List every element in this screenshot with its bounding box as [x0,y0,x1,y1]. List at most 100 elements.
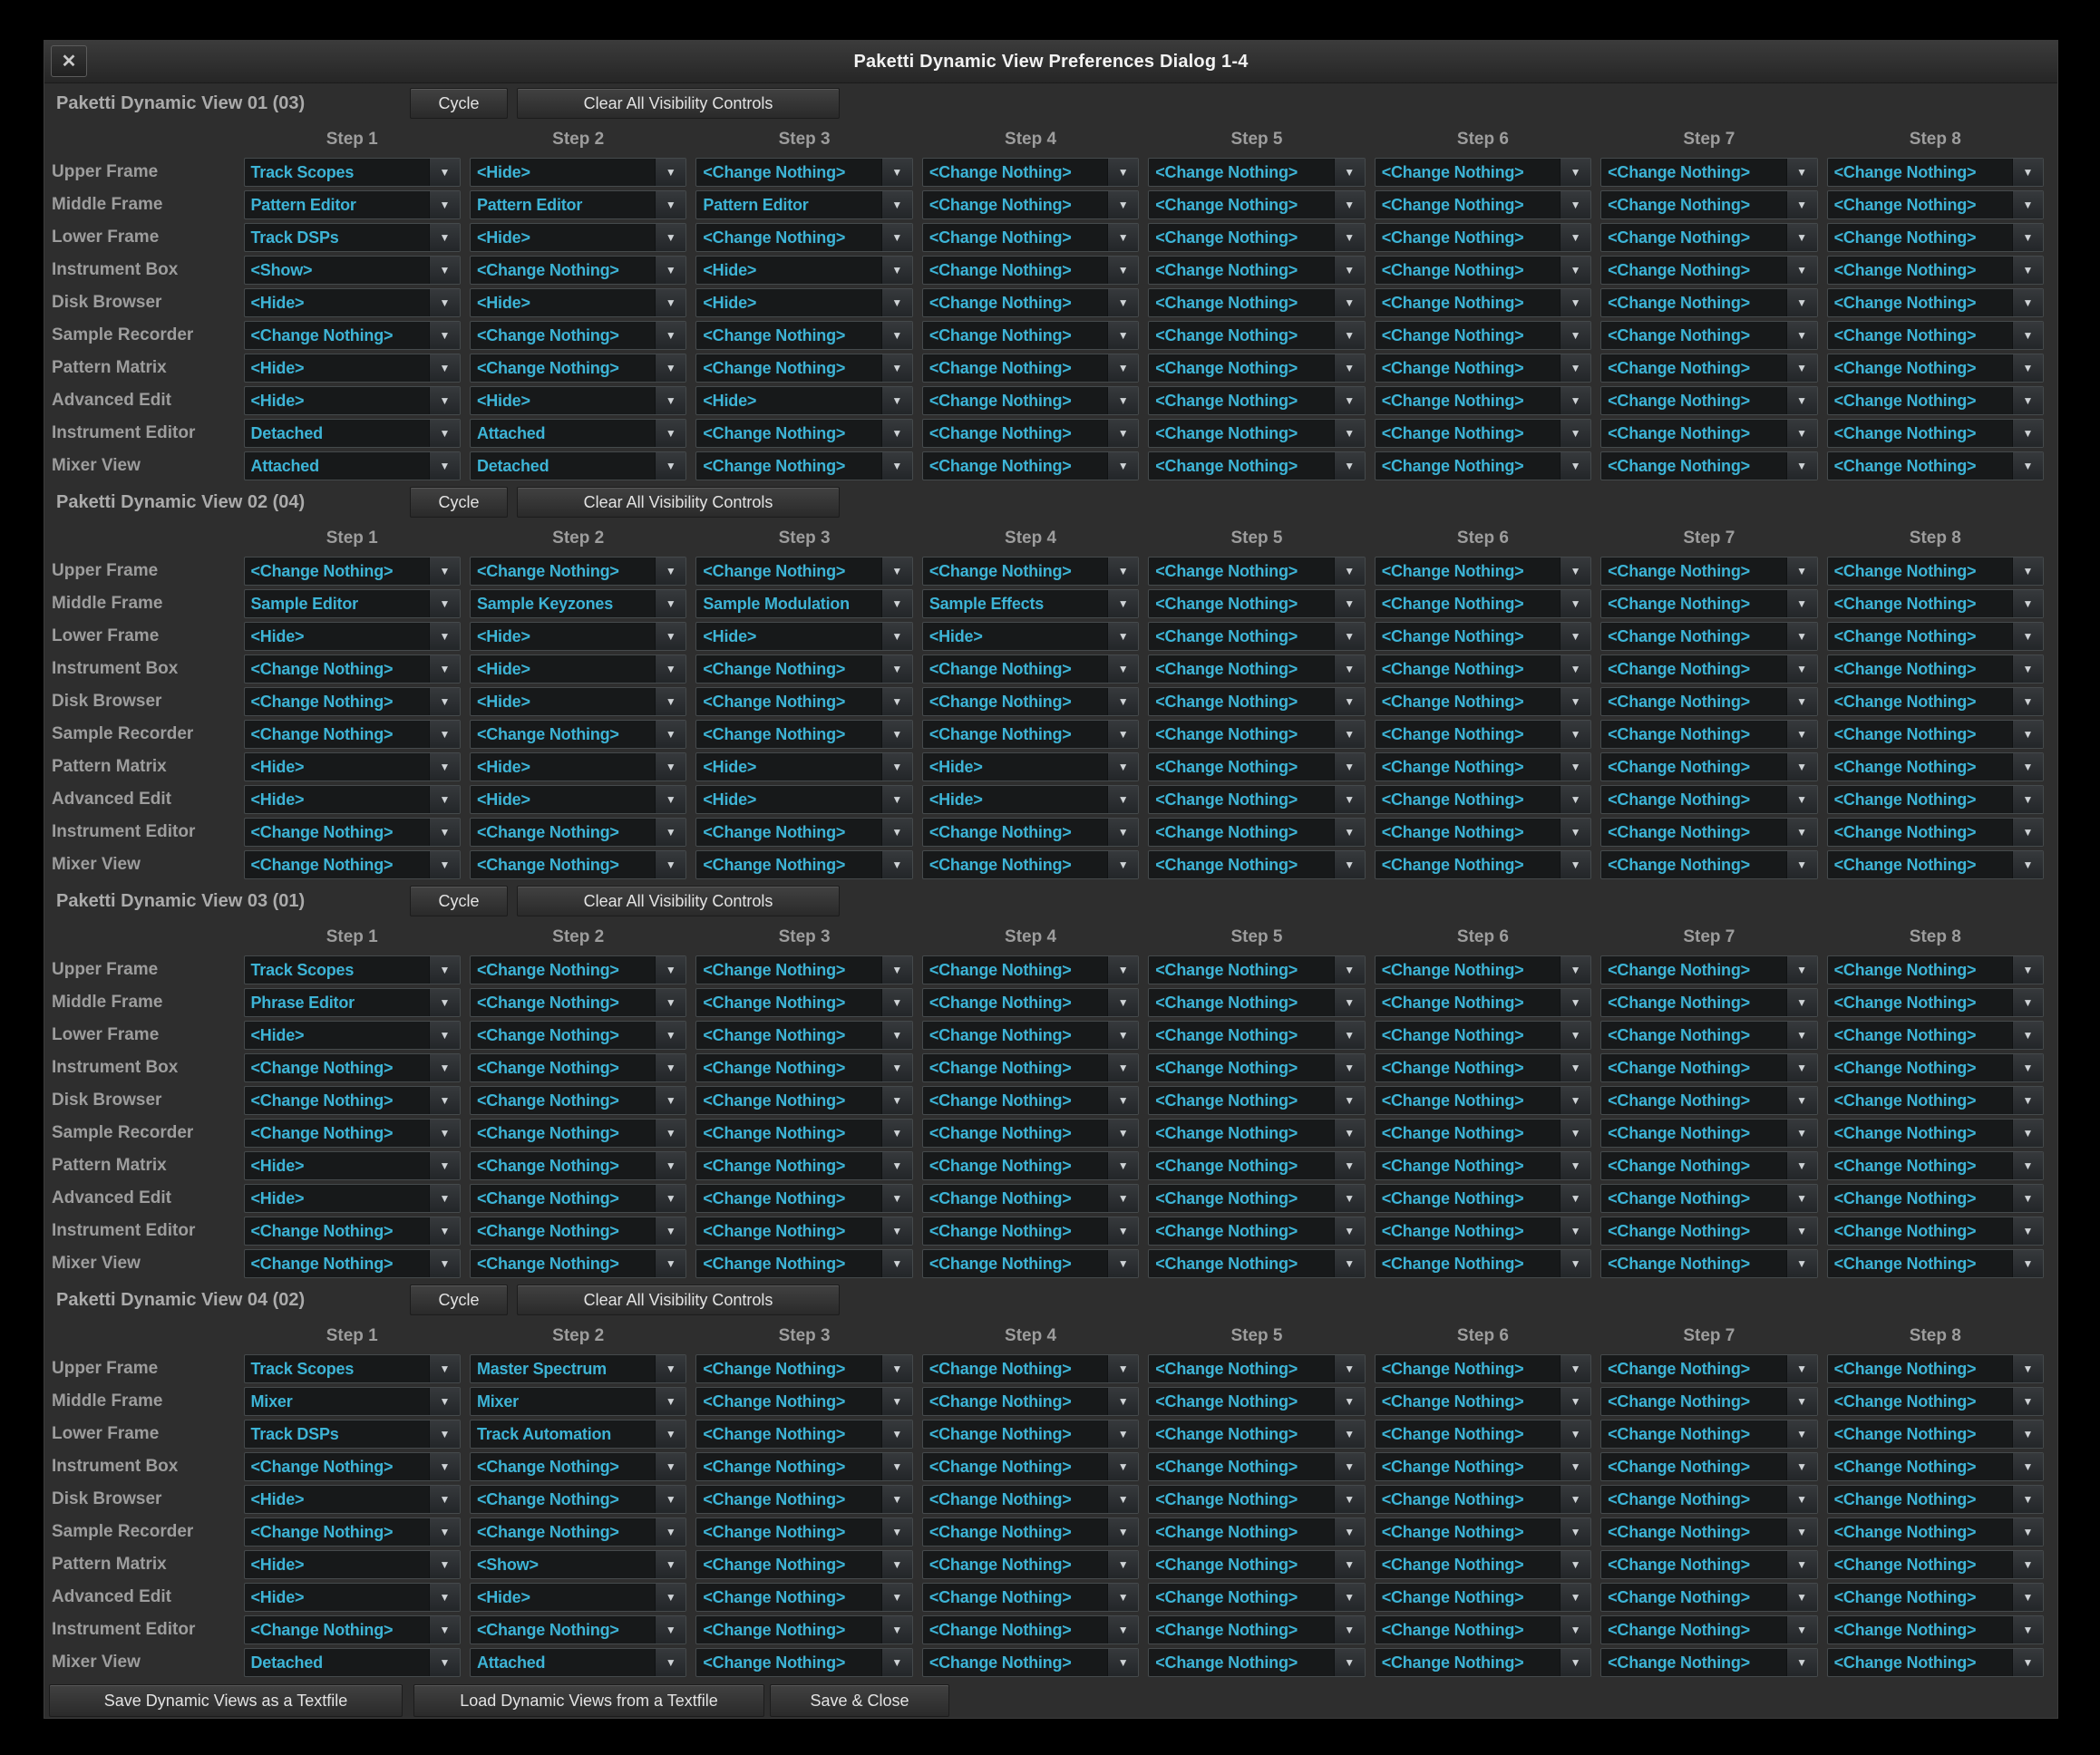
clear-all-visibility-button[interactable]: Clear All Visibility Controls [517,1285,840,1315]
step-dropdown[interactable]: <Change Nothing>▼ [1148,1387,1365,1416]
step-dropdown[interactable]: <Change Nothing>▼ [1827,419,2044,448]
step-dropdown[interactable]: <Change Nothing>▼ [922,1648,1139,1677]
step-dropdown[interactable]: <Change Nothing>▼ [1148,818,1365,847]
step-dropdown[interactable]: <Change Nothing>▼ [244,850,461,879]
step-dropdown[interactable]: <Change Nothing>▼ [922,654,1139,684]
step-dropdown[interactable]: <Change Nothing>▼ [922,1485,1139,1514]
step-dropdown[interactable]: <Change Nothing>▼ [244,720,461,749]
step-dropdown[interactable]: <Hide>▼ [244,785,461,814]
cycle-button[interactable]: Cycle [410,487,508,518]
step-dropdown[interactable]: <Change Nothing>▼ [1148,687,1365,716]
step-dropdown[interactable]: <Show>▼ [470,1550,686,1579]
step-dropdown[interactable]: <Change Nothing>▼ [1148,1615,1365,1644]
cycle-button[interactable]: Cycle [410,1285,508,1315]
step-dropdown[interactable]: <Hide>▼ [470,622,686,651]
step-dropdown[interactable]: <Change Nothing>▼ [922,1184,1139,1213]
step-dropdown[interactable]: <Change Nothing>▼ [1600,1485,1817,1514]
step-dropdown[interactable]: <Change Nothing>▼ [1148,1021,1365,1050]
step-dropdown[interactable]: <Change Nothing>▼ [1375,419,1591,448]
step-dropdown[interactable]: <Hide>▼ [470,752,686,781]
step-dropdown[interactable]: <Change Nothing>▼ [1600,419,1817,448]
step-dropdown[interactable]: <Hide>▼ [470,288,686,317]
step-dropdown[interactable]: <Change Nothing>▼ [1600,1550,1817,1579]
step-dropdown[interactable]: <Change Nothing>▼ [695,1119,912,1148]
step-dropdown[interactable]: <Change Nothing>▼ [1600,1387,1817,1416]
step-dropdown[interactable]: <Change Nothing>▼ [922,1420,1139,1449]
step-dropdown[interactable]: <Change Nothing>▼ [1827,1452,2044,1481]
step-dropdown[interactable]: <Change Nothing>▼ [922,850,1139,879]
step-dropdown[interactable]: <Change Nothing>▼ [1600,386,1817,415]
step-dropdown[interactable]: <Change Nothing>▼ [1148,1550,1365,1579]
step-dropdown[interactable]: <Change Nothing>▼ [1600,1452,1817,1481]
step-dropdown[interactable]: Detached▼ [244,419,461,448]
step-dropdown[interactable]: <Change Nothing>▼ [695,818,912,847]
step-dropdown[interactable]: <Change Nothing>▼ [1375,589,1591,618]
step-dropdown[interactable]: <Change Nothing>▼ [1827,785,2044,814]
step-dropdown[interactable]: <Hide>▼ [244,354,461,383]
step-dropdown[interactable]: <Change Nothing>▼ [695,557,912,586]
step-dropdown[interactable]: <Change Nothing>▼ [470,720,686,749]
step-dropdown[interactable]: <Change Nothing>▼ [695,720,912,749]
step-dropdown[interactable]: Mixer▼ [470,1387,686,1416]
step-dropdown[interactable]: <Change Nothing>▼ [1600,1648,1817,1677]
step-dropdown[interactable]: <Hide>▼ [470,223,686,252]
step-dropdown[interactable]: <Change Nothing>▼ [1827,1517,2044,1547]
step-dropdown[interactable]: <Change Nothing>▼ [695,1184,912,1213]
step-dropdown[interactable]: <Change Nothing>▼ [1375,223,1591,252]
step-dropdown[interactable]: <Change Nothing>▼ [1148,1648,1365,1677]
step-dropdown[interactable]: <Change Nothing>▼ [1375,386,1591,415]
step-dropdown[interactable]: <Change Nothing>▼ [922,1086,1139,1115]
step-dropdown[interactable]: <Change Nothing>▼ [470,1053,686,1082]
step-dropdown[interactable]: <Change Nothing>▼ [922,1354,1139,1383]
step-dropdown[interactable]: <Change Nothing>▼ [1148,1184,1365,1213]
cycle-button[interactable]: Cycle [410,886,508,916]
step-dropdown[interactable]: <Change Nothing>▼ [1375,1086,1591,1115]
step-dropdown[interactable]: <Change Nothing>▼ [922,988,1139,1017]
step-dropdown[interactable]: <Change Nothing>▼ [1375,785,1591,814]
step-dropdown[interactable]: <Change Nothing>▼ [1375,1615,1591,1644]
step-dropdown[interactable]: <Change Nothing>▼ [244,1452,461,1481]
step-dropdown[interactable]: <Change Nothing>▼ [695,1053,912,1082]
cycle-button[interactable]: Cycle [410,88,508,119]
step-dropdown[interactable]: <Change Nothing>▼ [1600,354,1817,383]
step-dropdown[interactable]: <Change Nothing>▼ [1827,1550,2044,1579]
step-dropdown[interactable]: <Change Nothing>▼ [1827,1086,2044,1115]
step-dropdown[interactable]: <Hide>▼ [922,622,1139,651]
step-dropdown[interactable]: <Change Nothing>▼ [1827,1583,2044,1612]
step-dropdown[interactable]: <Change Nothing>▼ [244,1217,461,1246]
step-dropdown[interactable]: <Change Nothing>▼ [695,1648,912,1677]
step-dropdown[interactable]: <Change Nothing>▼ [1375,190,1591,219]
step-dropdown[interactable]: <Show>▼ [244,256,461,285]
step-dropdown[interactable]: <Change Nothing>▼ [695,1354,912,1383]
step-dropdown[interactable]: Track DSPs▼ [244,1420,461,1449]
step-dropdown[interactable]: <Change Nothing>▼ [1600,256,1817,285]
step-dropdown[interactable]: <Change Nothing>▼ [1148,223,1365,252]
step-dropdown[interactable]: <Change Nothing>▼ [1375,1485,1591,1514]
step-dropdown[interactable]: <Change Nothing>▼ [922,1053,1139,1082]
step-dropdown[interactable]: <Hide>▼ [470,158,686,187]
save-textfile-button[interactable]: Save Dynamic Views as a Textfile [49,1684,403,1717]
step-dropdown[interactable]: <Change Nothing>▼ [1148,1354,1365,1383]
step-dropdown[interactable]: <Change Nothing>▼ [695,223,912,252]
step-dropdown[interactable]: <Change Nothing>▼ [695,1583,912,1612]
step-dropdown[interactable]: <Change Nothing>▼ [1827,589,2044,618]
step-dropdown[interactable]: <Change Nothing>▼ [1148,1485,1365,1514]
step-dropdown[interactable]: <Change Nothing>▼ [1827,1053,2044,1082]
step-dropdown[interactable]: <Change Nothing>▼ [1600,321,1817,350]
step-dropdown[interactable]: <Change Nothing>▼ [470,818,686,847]
step-dropdown[interactable]: <Hide>▼ [244,622,461,651]
step-dropdown[interactable]: <Change Nothing>▼ [1148,1452,1365,1481]
step-dropdown[interactable]: <Change Nothing>▼ [922,158,1139,187]
step-dropdown[interactable]: <Change Nothing>▼ [1600,785,1817,814]
step-dropdown[interactable]: <Change Nothing>▼ [922,1151,1139,1180]
step-dropdown[interactable]: Sample Keyzones▼ [470,589,686,618]
step-dropdown[interactable]: <Change Nothing>▼ [1375,1249,1591,1278]
step-dropdown[interactable]: <Change Nothing>▼ [1375,1151,1591,1180]
step-dropdown[interactable]: <Change Nothing>▼ [470,256,686,285]
step-dropdown[interactable]: <Change Nothing>▼ [244,321,461,350]
step-dropdown[interactable]: <Change Nothing>▼ [695,321,912,350]
step-dropdown[interactable]: <Hide>▼ [695,256,912,285]
step-dropdown[interactable]: <Change Nothing>▼ [1148,720,1365,749]
load-textfile-button[interactable]: Load Dynamic Views from a Textfile [413,1684,764,1717]
step-dropdown[interactable]: <Change Nothing>▼ [244,1053,461,1082]
